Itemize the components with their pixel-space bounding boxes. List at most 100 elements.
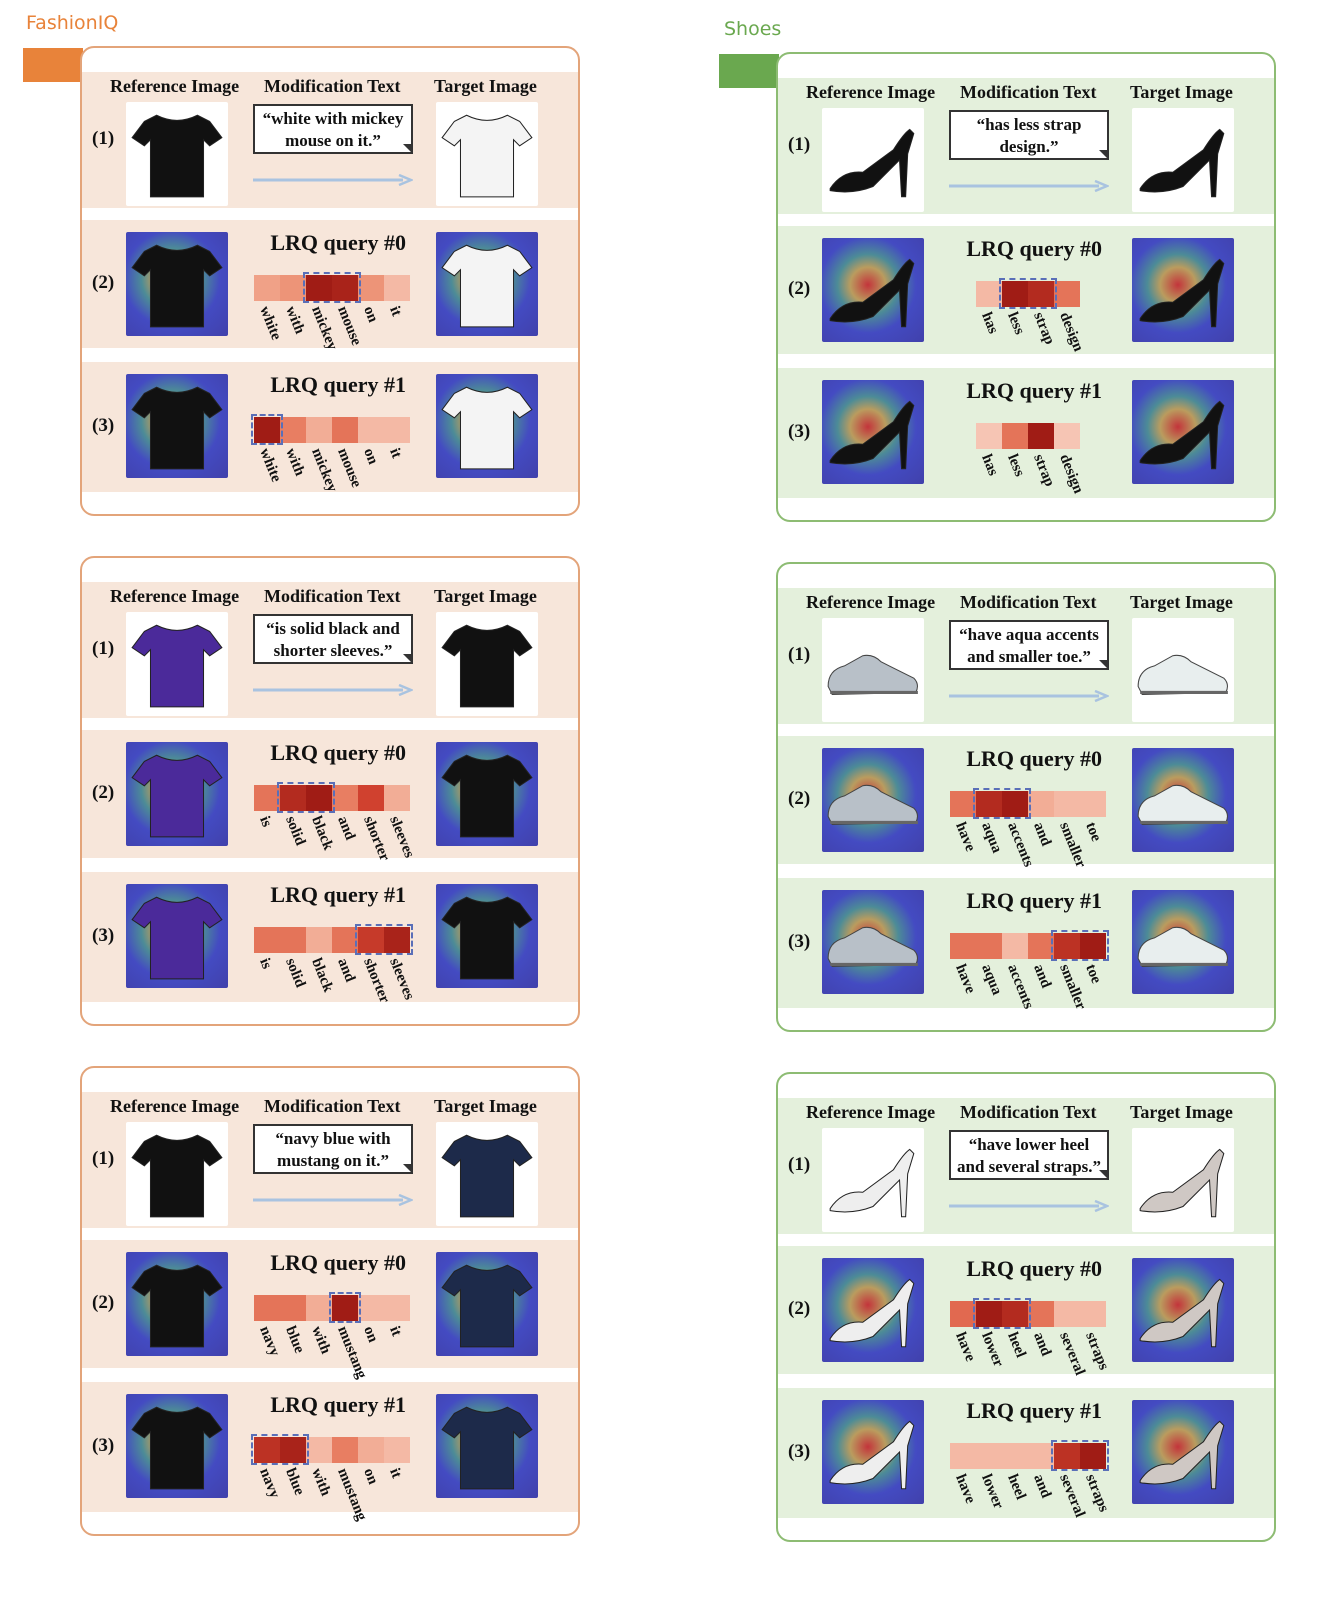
header-modification-text: Modification Text xyxy=(960,1102,1097,1122)
row-label: (3) xyxy=(788,931,811,952)
attention-cell-on xyxy=(358,1295,384,1321)
attention-cell-on xyxy=(358,1437,384,1463)
row-band-2: (2) LRQ query #0 white with mickey mouse on it xyxy=(82,220,578,352)
target-heatmap-image xyxy=(436,232,538,336)
row-label: (1) xyxy=(788,134,811,155)
attention-cell-smaller xyxy=(1054,791,1080,817)
modification-text-line: “has less strap xyxy=(976,115,1082,134)
header-target-image: Target Image xyxy=(434,76,537,96)
token-label-is: is xyxy=(256,956,275,972)
token-label-it: it xyxy=(386,446,405,461)
token-label-white: white xyxy=(256,446,285,485)
attention-cell-heel xyxy=(1002,1443,1028,1469)
modification-text-line: mustang on it.” xyxy=(277,1151,389,1170)
row-label: (3) xyxy=(92,415,115,436)
row-band-3: (3) LRQ query #1 has less strap design xyxy=(778,368,1274,498)
selected-tokens-box xyxy=(973,1298,1031,1329)
token-label-less: less xyxy=(1004,452,1028,479)
attention-cell-mustang xyxy=(332,1437,358,1463)
header-modification-text: Modification Text xyxy=(960,592,1097,612)
attention-cell-black xyxy=(306,927,332,953)
lrq-query-title: LRQ query #1 xyxy=(966,888,1102,913)
header-reference-image: Reference Image xyxy=(806,592,936,612)
token-label-white: white xyxy=(256,304,285,343)
modification-text-line: and smaller toe.” xyxy=(967,647,1091,666)
attention-cell-lower xyxy=(976,1443,1002,1469)
token-label-solid: solid xyxy=(282,814,309,848)
lrq-query-title: LRQ query #1 xyxy=(270,1392,406,1417)
token-label-has: has xyxy=(978,452,1002,479)
reference-image xyxy=(126,1122,228,1226)
row-label: (2) xyxy=(788,278,811,299)
modification-text-bubble: “have lower heel and several straps.” xyxy=(949,1130,1109,1180)
token-label-lower: lower xyxy=(978,1330,1007,1370)
target-image xyxy=(436,612,538,716)
modification-text-bubble: “white with mickey mouse on it.” xyxy=(253,104,413,154)
token-label-navy: navy xyxy=(256,1466,283,1501)
reference-image xyxy=(822,618,924,722)
attention-cell-aqua xyxy=(976,933,1002,959)
row-label: (1) xyxy=(92,1148,115,1169)
row-band-3: (3) LRQ query #1 white with mickey mouse on it xyxy=(82,362,578,494)
fashioniq-column-title: FashionIQ xyxy=(26,12,119,34)
token-label-blue: blue xyxy=(282,1466,308,1498)
token-label-it: it xyxy=(386,1466,405,1481)
header-target-image: Target Image xyxy=(1130,82,1233,102)
lrq-query-title: LRQ query #0 xyxy=(270,230,406,255)
token-label-have: have xyxy=(952,820,979,854)
attention-cell-less xyxy=(1002,423,1028,449)
token-label-and: and xyxy=(1030,1330,1055,1359)
modification-text-line: mouse on it.” xyxy=(285,131,381,150)
shoes-example-panel-3: (1) “have lower heel and several straps.” R… xyxy=(776,1072,1276,1542)
lrq-query-title: LRQ query #1 xyxy=(966,378,1102,403)
target-image xyxy=(1132,1128,1234,1232)
token-label-and: and xyxy=(1030,962,1055,991)
modification-text-line: “navy blue with xyxy=(275,1129,391,1148)
target-heatmap-image xyxy=(436,374,538,478)
lrq-query-title: LRQ query #1 xyxy=(270,372,406,397)
modification-text-line: shorter sleeves.” xyxy=(273,641,393,660)
attention-cell-it xyxy=(384,1295,410,1321)
modification-text-line: “is solid black and xyxy=(266,619,400,638)
selected-tokens-box xyxy=(1051,930,1109,961)
token-label-and: and xyxy=(334,956,359,985)
lrq-query-title: LRQ query #0 xyxy=(966,1256,1102,1281)
fashioniq-column-tab xyxy=(23,48,83,82)
header-reference-image: Reference Image xyxy=(110,586,240,606)
target-heatmap-image xyxy=(1132,380,1234,484)
token-label-on: on xyxy=(360,1466,381,1487)
row-band-3: (3) LRQ query #1 have lower heel and several st… xyxy=(778,1388,1274,1520)
token-label-heel: heel xyxy=(1004,1472,1029,1502)
row-label: (3) xyxy=(92,1435,115,1456)
attention-cell-on xyxy=(358,275,384,301)
row-label: (2) xyxy=(788,1298,811,1319)
attention-cell-has xyxy=(976,423,1002,449)
token-label-lower: lower xyxy=(978,1472,1007,1512)
token-label-and: and xyxy=(334,814,359,843)
attention-cell-and xyxy=(1028,791,1054,817)
arrow-icon xyxy=(253,683,415,697)
target-heatmap-image xyxy=(1132,1400,1234,1504)
target-heatmap-image xyxy=(1132,748,1234,852)
reference-image xyxy=(126,612,228,716)
row-band-3: (3) LRQ query #1 have aqua accents and smaller… xyxy=(778,878,1274,1012)
modification-text-line: “have lower heel xyxy=(968,1135,1090,1154)
arrow-icon xyxy=(253,1193,415,1207)
token-label-aqua: aqua xyxy=(978,820,1005,856)
token-label-blue: blue xyxy=(282,1324,308,1356)
attention-cell-several xyxy=(1054,1301,1080,1327)
attention-cell-sleeves xyxy=(384,785,410,811)
row-label: (2) xyxy=(92,1292,115,1313)
attention-cell-it xyxy=(384,417,410,443)
row-band-3: (3) LRQ query #1 navy blue with mustang on it xyxy=(82,1382,578,1523)
selected-tokens-box xyxy=(973,788,1031,819)
row-band-2: (2) LRQ query #0 has less strap design xyxy=(778,226,1274,354)
reference-image xyxy=(822,108,924,212)
target-heatmap-image xyxy=(436,884,538,988)
token-label-has: has xyxy=(978,310,1002,337)
row-label: (2) xyxy=(92,272,115,293)
selected-tokens-box xyxy=(1051,1440,1109,1471)
attention-cell-and xyxy=(1028,1301,1054,1327)
token-label-strap: strap xyxy=(1030,452,1058,489)
attention-cell-white xyxy=(254,275,280,301)
